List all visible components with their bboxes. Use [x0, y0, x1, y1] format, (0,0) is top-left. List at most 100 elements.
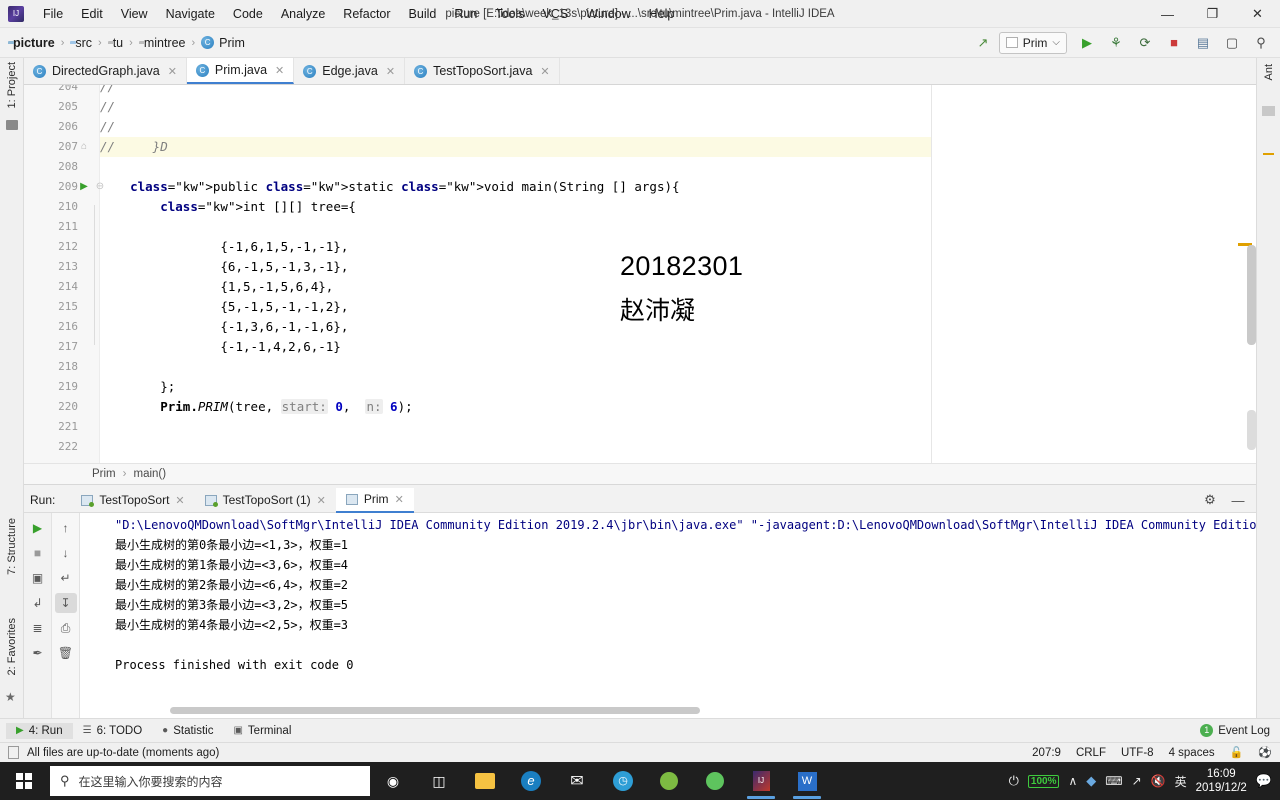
chevron-up-icon[interactable]: ∧ — [1068, 774, 1077, 788]
close-run-tab-icon[interactable]: ✕ — [395, 493, 404, 506]
stop-icon[interactable]: ■ — [27, 543, 49, 563]
android-studio-icon[interactable] — [646, 762, 692, 800]
tool-button-terminal[interactable]: ▣ Terminal — [223, 723, 301, 739]
minimize-button[interactable]: — — [1145, 0, 1190, 28]
line-separator[interactable]: CRLF — [1076, 747, 1106, 759]
screenshot-icon[interactable]: ▣ — [27, 568, 49, 588]
breadcrumb-item-mintree[interactable]: mintree — [139, 36, 186, 50]
breadcrumb-item-prim[interactable]: C Prim — [201, 36, 245, 50]
menu-item-run[interactable]: Run — [445, 4, 486, 24]
editor-tab-edge[interactable]: C Edge.java ✕ — [294, 58, 406, 84]
mail-icon[interactable]: ✉ — [554, 762, 600, 800]
sidebar-item-project[interactable]: 1: Project — [0, 62, 24, 108]
breadcrumb-item-class[interactable]: Prim — [92, 468, 116, 480]
build-icon[interactable]: ↖ — [970, 31, 996, 55]
keyboard-icon[interactable]: ⌨ — [1105, 774, 1122, 788]
menu-item-window[interactable]: Window — [577, 4, 639, 24]
notification-center-icon[interactable]: 💬 — [1256, 773, 1272, 789]
power-plug-icon[interactable]: ⏻ — [1009, 773, 1019, 789]
sidebar-item-favorites[interactable]: 2: Favorites — [0, 618, 24, 675]
indent-setting[interactable]: 4 spaces — [1169, 747, 1215, 759]
tool-button-4--run[interactable]: ▶ 4: Run — [6, 722, 73, 739]
close-tab-icon[interactable]: ✕ — [386, 65, 395, 78]
menu-item-view[interactable]: View — [112, 4, 157, 24]
stop-icon[interactable]: ■ — [1161, 31, 1187, 55]
project-structure-icon[interactable]: ▤ — [1190, 31, 1216, 55]
volume-icon[interactable]: 🔇 — [1151, 774, 1166, 788]
task-view-icon[interactable]: ◫ — [416, 762, 462, 800]
maximize-button[interactable]: ❐ — [1190, 0, 1235, 28]
editor-vertical-scrollbar[interactable] — [1247, 245, 1256, 345]
up-arrow-icon[interactable]: ↑ — [55, 518, 77, 538]
close-tab-icon[interactable]: ✕ — [540, 65, 549, 78]
menu-item-file[interactable]: File — [34, 4, 72, 24]
event-log-button[interactable]: 1 Event Log — [1200, 724, 1280, 737]
code-editor[interactable]: 204 205 206 207 208 209 210 211 212 213 214 215 216 2… — [24, 85, 1256, 463]
wps-writer-icon[interactable]: W — [784, 762, 830, 800]
pin-icon[interactable]: ✒ — [27, 643, 49, 663]
edge-browser-icon[interactable]: e — [508, 762, 554, 800]
scroll-to-end-icon[interactable]: ↧ — [54, 593, 77, 613]
editor-tab-prim[interactable]: C Prim.java ✕ — [186, 58, 295, 84]
menu-item-help[interactable]: Help — [640, 4, 684, 24]
menu-item-code[interactable]: Code — [224, 4, 272, 24]
close-tab-icon[interactable]: ✕ — [168, 65, 177, 78]
sidebar-item-structure[interactable]: 7: Structure — [0, 518, 24, 575]
run-gutter-icon[interactable]: ▶ — [76, 177, 92, 197]
ime-indicator[interactable]: 英 — [1175, 773, 1187, 790]
close-tab-icon[interactable]: ✕ — [275, 64, 284, 77]
bookmark-marker-icon[interactable]: ⌂ — [76, 137, 92, 157]
start-button[interactable] — [0, 762, 48, 800]
editor-tab-directedgraph[interactable]: C DirectedGraph.java ✕ — [24, 58, 187, 84]
taskbar-clock[interactable]: 16:09 2019/12/2 — [1196, 767, 1247, 795]
hide-panel-icon[interactable]: — — [1225, 488, 1251, 512]
run-configuration-selector[interactable]: Prim ⌵ — [998, 31, 1067, 54]
console-output[interactable]: Process finished with exit code 0 最小生成树的第… — [80, 513, 1256, 718]
console-horizontal-scrollbar[interactable] — [170, 707, 700, 714]
tool-button-statistic[interactable]: ● Statistic — [152, 723, 223, 739]
close-run-tab-icon[interactable]: ✕ — [175, 494, 184, 507]
sidebar-item-ant[interactable]: Ant — [1257, 64, 1280, 81]
menu-item-edit[interactable]: Edit — [72, 4, 112, 24]
breadcrumb-item-tu[interactable]: tu — [108, 36, 123, 50]
menu-item-vcs[interactable]: VCS — [533, 4, 577, 24]
search-everywhere-icon[interactable]: ⚲ — [1248, 31, 1274, 55]
open-terminal-icon[interactable]: ▢ — [1219, 31, 1245, 55]
file-encoding[interactable]: UTF-8 — [1121, 747, 1154, 759]
taskbar-search-input[interactable]: ⚲ 在这里输入你要搜索的内容 — [50, 766, 370, 796]
breadcrumb-item-method[interactable]: main() — [133, 468, 166, 480]
run-tab-testtoposort--1-[interactable]: TestTopoSort (1) ✕ — [195, 488, 336, 513]
inspection-icon[interactable]: ⚽ — [1258, 746, 1272, 759]
clock-app-icon[interactable]: ◷ — [600, 762, 646, 800]
caret-position[interactable]: 207:9 — [1032, 747, 1061, 759]
menu-item-refactor[interactable]: Refactor — [334, 4, 399, 24]
intellij-idea-icon[interactable]: IJ — [738, 762, 784, 800]
cortana-icon[interactable]: ◉ — [370, 762, 416, 800]
lock-icon[interactable]: 🔓 — [1230, 746, 1244, 759]
print-icon[interactable]: ⎙ — [55, 618, 77, 638]
run-tab-testtoposort[interactable]: TestTopoSort ✕ — [71, 488, 194, 513]
run-tab-prim[interactable]: Prim ✕ — [335, 487, 414, 513]
file-explorer-icon[interactable] — [462, 762, 508, 800]
close-run-tab-icon[interactable]: ✕ — [317, 494, 326, 507]
rerun-icon[interactable]: ▶ — [27, 518, 49, 538]
run-coverage-icon[interactable]: ⟳ — [1132, 31, 1158, 55]
battery-indicator[interactable]: 100% — [1027, 774, 1060, 788]
settings-gear-icon[interactable]: ⚙ — [1197, 488, 1223, 512]
tool-button-6--todo[interactable]: ☰ 6: TODO — [73, 723, 153, 739]
close-button[interactable]: ✕ — [1235, 0, 1280, 28]
wechat-icon[interactable] — [692, 762, 738, 800]
down-arrow-icon[interactable]: ↓ — [55, 543, 77, 563]
clear-all-icon[interactable]: 🗑 — [55, 643, 77, 663]
debug-icon[interactable]: ⚘ — [1103, 31, 1129, 55]
toggle-icon[interactable]: ≣ — [27, 618, 49, 638]
menu-item-build[interactable]: Build — [400, 4, 446, 24]
menu-item-tools[interactable]: Tools — [486, 4, 533, 24]
editor-scrollbar-secondary[interactable] — [1247, 410, 1256, 450]
editor-gutter[interactable]: 204 205 206 207 208 209 210 211 212 213 214 215 216 2… — [24, 85, 104, 463]
export-icon[interactable]: ↲ — [27, 593, 49, 613]
run-icon[interactable]: ▶ — [1074, 31, 1100, 55]
breadcrumb-item-src[interactable]: src — [70, 36, 92, 50]
menu-item-analyze[interactable]: Analyze — [272, 4, 334, 24]
soft-wrap-icon[interactable]: ↵ — [55, 568, 77, 588]
